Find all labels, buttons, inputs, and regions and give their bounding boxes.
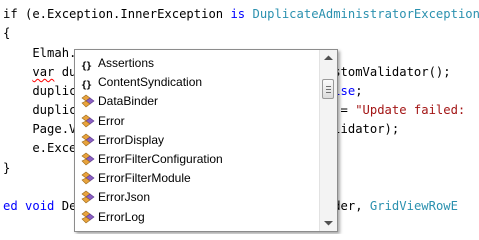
code-token: "Update failed: — [355, 103, 466, 117]
code-line: Elmah. — [3, 44, 76, 63]
completion-item[interactable]: {} Assertions — [75, 54, 317, 73]
scroll-up-arrow-icon[interactable] — [320, 50, 337, 66]
completion-item-label: Assertions — [98, 56, 155, 70]
class-icon — [81, 133, 95, 148]
completion-item-label: Error — [98, 113, 125, 128]
class-icon — [81, 152, 95, 167]
completion-item[interactable]: ErrorDisplay — [75, 131, 317, 150]
code-token: duplic — [3, 84, 77, 98]
completion-item[interactable]: {} ContentSyndication — [75, 73, 317, 92]
code-token: { — [3, 26, 11, 40]
intellisense-popup[interactable]: {} Assertions {} ContentSyndication DataBind… — [74, 49, 338, 232]
code-token: e.Excep — [3, 141, 84, 155]
code-line: { — [3, 24, 10, 43]
namespace-icon: {} — [81, 56, 95, 72]
code-editor[interactable]: if (e.Exception.InnerException is Duplic… — [0, 0, 479, 234]
completion-list[interactable]: {} Assertions {} ContentSyndication DataBind… — [75, 54, 317, 227]
class-icon — [81, 94, 95, 109]
completion-item[interactable]: Error — [75, 112, 317, 131]
code-token: ed — [3, 199, 18, 213]
scroll-down-arrow-icon[interactable] — [320, 215, 337, 231]
code-token: GridViewRowE — [369, 199, 458, 213]
code-line: } — [3, 159, 10, 178]
completion-item-label: ErrorJson — [98, 190, 151, 205]
class-icon — [81, 210, 95, 225]
completion-scrollbar[interactable] — [319, 50, 337, 231]
code-token: duplic — [3, 103, 77, 117]
completion-item-label: ErrorDisplay — [98, 132, 165, 147]
code-token: is — [230, 7, 246, 21]
completion-item-label: ErrorLog — [98, 209, 145, 224]
class-icon — [81, 114, 95, 129]
code-token: Elmah. — [3, 46, 77, 60]
completion-item-label: ContentSyndication — [98, 75, 203, 90]
completion-item[interactable]: ErrorLog — [75, 208, 317, 227]
class-icon — [81, 190, 95, 205]
code-line: if (e.Exception.InnerException is Duplic… — [3, 5, 479, 24]
scroll-thumb[interactable] — [322, 79, 334, 99]
completion-item-label: ErrorFilterConfiguration — [98, 151, 223, 166]
completion-item-label: DataBinder — [98, 94, 159, 109]
code-token: if (e.Exception.InnerException — [3, 7, 231, 21]
class-icon — [81, 171, 95, 186]
namespace-glyph: {} — [81, 61, 92, 72]
code-token: } — [3, 161, 11, 175]
namespace-glyph: {} — [81, 80, 92, 92]
code-line: e.Excep — [3, 139, 84, 158]
completion-item[interactable]: ErrorJson — [75, 188, 317, 207]
completion-item-label: ErrorFilterModule — [98, 171, 191, 186]
code-token: var — [32, 65, 55, 79]
completion-item[interactable]: ErrorFilterModule — [75, 169, 317, 188]
code-token: DuplicateAdministratorException — [252, 7, 479, 21]
code-token: void — [25, 199, 55, 213]
completion-item[interactable]: ErrorFilterConfiguration — [75, 150, 317, 169]
completion-item[interactable]: DataBinder — [75, 92, 317, 111]
code-token: ; — [355, 84, 363, 98]
code-token: Page.V — [3, 122, 77, 136]
namespace-icon: {} — [81, 75, 95, 92]
